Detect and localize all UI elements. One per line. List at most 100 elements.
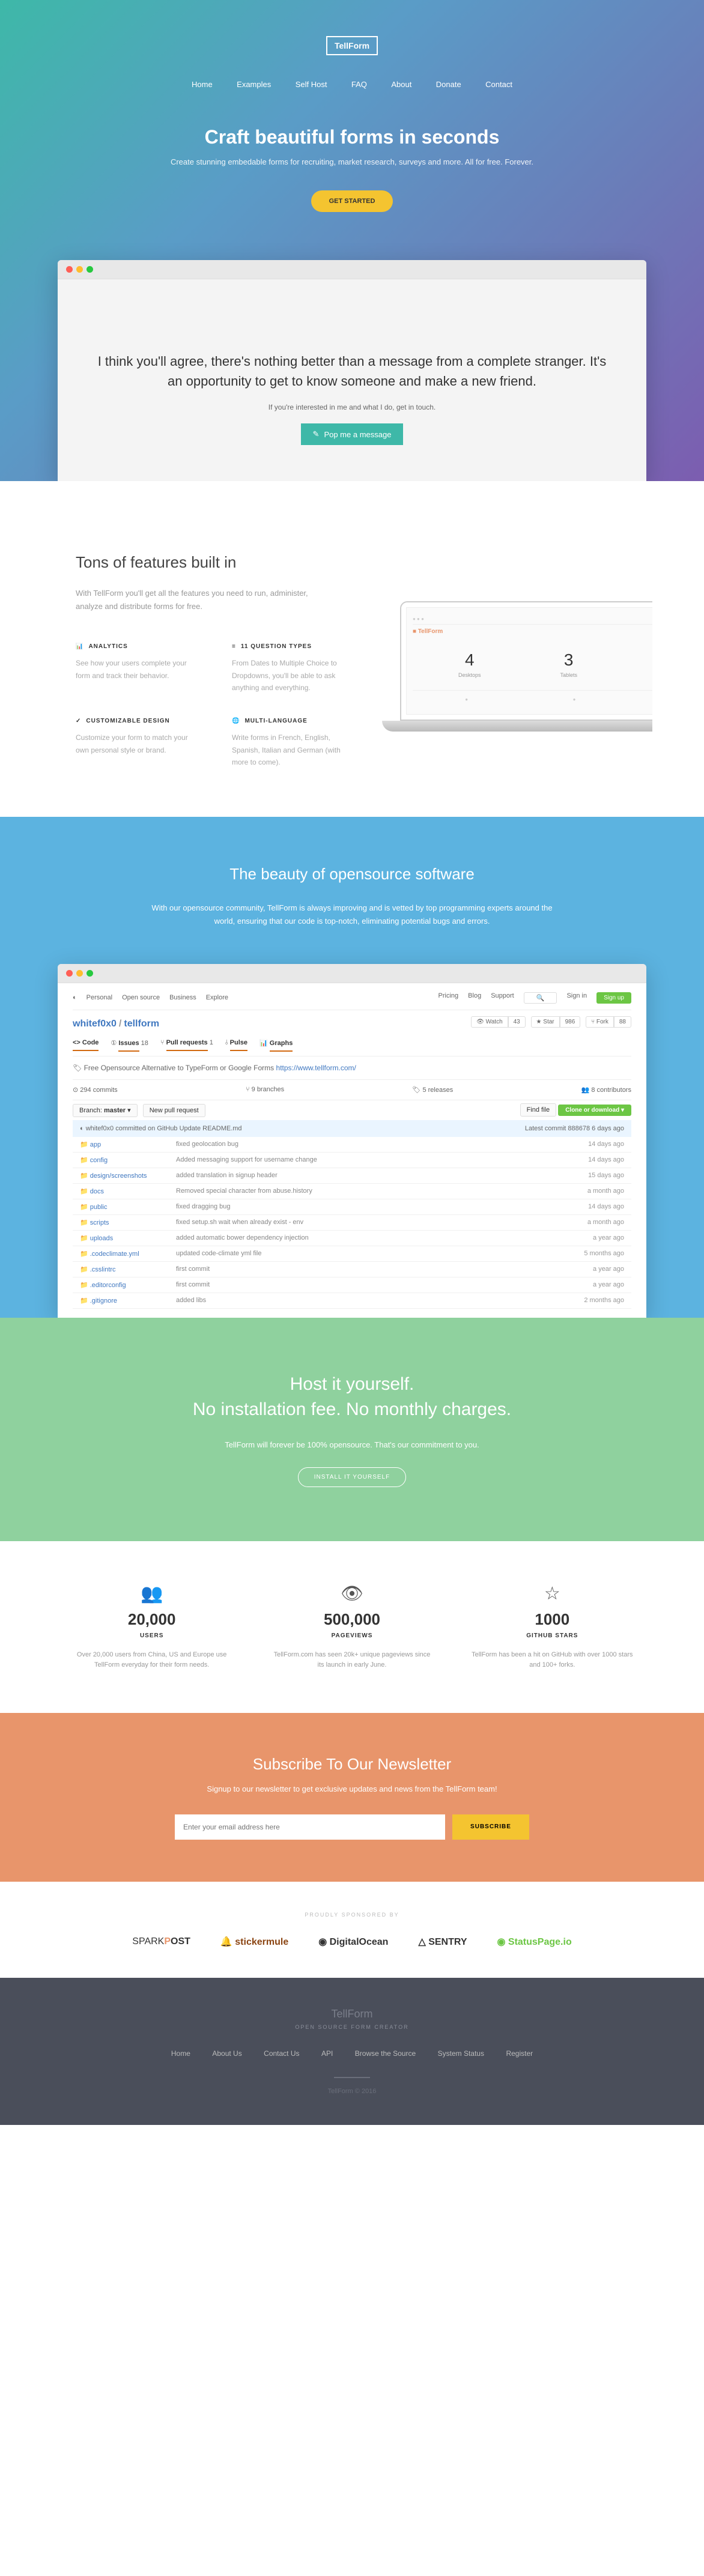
gh-find-file: Find file bbox=[520, 1103, 557, 1117]
gh-file-row: 📁 appfixed geolocation bug14 days ago bbox=[73, 1137, 631, 1153]
stat-desc: TellForm has been a hit on GitHub with o… bbox=[470, 1650, 634, 1671]
opensource-section: The beauty of opensource software With o… bbox=[0, 817, 704, 1318]
gh-releases: 5 releases bbox=[422, 1086, 453, 1094]
close-icon bbox=[66, 266, 73, 273]
main-nav: Home Examples Self Host FAQ About Donate… bbox=[0, 79, 704, 90]
feature-title: CUSTOMIZABLE DESIGN bbox=[86, 718, 169, 724]
gh-branch-label: Branch: bbox=[79, 1107, 102, 1114]
gh-badge: 18 bbox=[141, 1040, 148, 1047]
list-icon: ≡ bbox=[232, 643, 236, 650]
feature-desc: From Dates to Multiple Choice to Dropdow… bbox=[232, 657, 352, 694]
stat-label: USERS bbox=[70, 1632, 234, 1639]
footer-nav-source[interactable]: Browse the Source bbox=[355, 2049, 416, 2058]
stat-stars: ☆ 1000 GITHUB STARS TellForm has been a … bbox=[452, 1583, 652, 1671]
hero-section: TellForm Home Examples Self Host FAQ Abo… bbox=[0, 0, 704, 481]
gh-file-row: 📁 docsRemoved special character from abu… bbox=[73, 1184, 631, 1199]
check-icon: ✓ bbox=[76, 718, 81, 724]
hero-title: Craft beautiful forms in seconds bbox=[0, 126, 704, 148]
features-section: Tons of features built in With TellForm … bbox=[0, 481, 704, 817]
chart-icon: 📊 bbox=[76, 643, 83, 650]
selfhost-title1: Host it yourself. bbox=[0, 1372, 704, 1397]
gh-file-row: 📁 uploadsadded automatic bower dependenc… bbox=[73, 1231, 631, 1246]
gh-nav-item: Open source bbox=[122, 994, 160, 1001]
sponsors-section: PROUDLY SPONSORED BY SPARKPOST 🔔 sticker… bbox=[0, 1882, 704, 1978]
feature-title: MULTI-LANGUAGE bbox=[244, 718, 307, 724]
demo-browser-mockup: I think you'll agree, there's nothing be… bbox=[58, 260, 646, 481]
gh-nav-item: Explore bbox=[206, 994, 228, 1001]
gh-repo-name: tellform bbox=[124, 1019, 159, 1029]
gh-file-row: 📁 configAdded messaging support for user… bbox=[73, 1153, 631, 1168]
stat-label: PAGEVIEWS bbox=[270, 1632, 434, 1639]
sponsor-statuspage: ◉ StatusPage.io bbox=[497, 1936, 572, 1948]
nav-examples[interactable]: Examples bbox=[237, 80, 271, 89]
selfhost-section: Host it yourself. No installation fee. N… bbox=[0, 1318, 704, 1541]
newsletter-section: Subscribe To Our Newsletter Signup to ou… bbox=[0, 1713, 704, 1882]
gh-badge: 1 bbox=[210, 1039, 213, 1046]
gh-file-row: 📁 design/screenshotsadded translation in… bbox=[73, 1168, 631, 1184]
install-yourself-button[interactable]: INSTALL IT YOURSELF bbox=[298, 1467, 406, 1487]
stat-label: GITHUB STARS bbox=[470, 1632, 634, 1639]
nav-selfhost[interactable]: Self Host bbox=[296, 80, 327, 89]
gh-star: Star bbox=[543, 1019, 554, 1025]
gh-watch: Watch bbox=[486, 1019, 503, 1025]
gh-nav-item: Blog bbox=[468, 992, 481, 1004]
gh-file-row: 📁 scriptsfixed setup.sh wait when alread… bbox=[73, 1215, 631, 1231]
sponsor-stickermule: 🔔 stickermule bbox=[220, 1936, 288, 1948]
features-title: Tons of features built in bbox=[76, 553, 628, 572]
gh-new-pr: New pull request bbox=[143, 1104, 205, 1117]
nav-contact[interactable]: Contact bbox=[485, 80, 512, 89]
close-icon bbox=[66, 970, 73, 977]
footer-nav-register[interactable]: Register bbox=[506, 2049, 533, 2058]
stat-desc: TellForm.com has seen 20k+ unique pagevi… bbox=[270, 1650, 434, 1671]
code-icon: <> bbox=[73, 1039, 80, 1051]
maximize-icon bbox=[86, 970, 93, 977]
footer-nav-about[interactable]: About Us bbox=[212, 2049, 241, 2058]
star-icon: ☆ bbox=[470, 1583, 634, 1604]
logo: TellForm bbox=[326, 36, 378, 55]
email-input[interactable] bbox=[175, 1814, 445, 1840]
demo-heading: I think you'll agree, there's nothing be… bbox=[94, 351, 610, 391]
gh-tab: Pulse bbox=[230, 1039, 247, 1051]
globe-icon: 🌐 bbox=[232, 718, 240, 724]
get-started-button[interactable]: GET STARTED bbox=[311, 190, 393, 212]
selfhost-sub: TellForm will forever be 100% opensource… bbox=[0, 1440, 704, 1449]
nav-home[interactable]: Home bbox=[192, 80, 213, 89]
stats-section: 👥 20,000 USERS Over 20,000 users from Ch… bbox=[0, 1541, 704, 1713]
footer-nav-status[interactable]: System Status bbox=[438, 2049, 484, 2058]
github-mockup: ◐ Personal Open source Business Explore … bbox=[58, 964, 646, 1318]
demo-sub: If you're interested in me and what I do… bbox=[94, 403, 610, 411]
feature-design: ✓ CUSTOMIZABLE DESIGN Customize your form… bbox=[76, 718, 196, 768]
github-icon: ◐ bbox=[73, 994, 77, 1001]
footer-nav-contact[interactable]: Contact Us bbox=[264, 2049, 299, 2058]
gh-tab: Graphs bbox=[270, 1040, 293, 1052]
gh-nav-item: Personal bbox=[86, 994, 112, 1001]
stat-num: 3 bbox=[560, 650, 577, 670]
nav-about[interactable]: About bbox=[391, 80, 411, 89]
nav-donate[interactable]: Donate bbox=[436, 80, 461, 89]
gh-signup: Sign up bbox=[596, 992, 631, 1004]
pencil-icon: ✎ bbox=[313, 429, 320, 439]
selfhost-title2: No installation fee. No monthly charges. bbox=[0, 1397, 704, 1422]
feature-title: ANALYTICS bbox=[88, 643, 127, 650]
gh-file-row: 📁 publicfixed dragging bug14 days ago bbox=[73, 1199, 631, 1215]
gh-url: https://www.tellform.com/ bbox=[276, 1064, 356, 1072]
feature-desc: Customize your form to match your own pe… bbox=[76, 732, 196, 756]
gh-file-row: 📁 .editorconfigfirst commita year ago bbox=[73, 1277, 631, 1293]
gh-nav-item: Pricing bbox=[438, 992, 459, 1004]
gh-fork: Fork bbox=[596, 1019, 608, 1025]
gh-contributors: 8 contributors bbox=[591, 1086, 631, 1094]
gh-file-row: 📁 .codeclimate.ymlupdated code-climate y… bbox=[73, 1246, 631, 1262]
subscribe-button[interactable]: SUBSCRIBE bbox=[452, 1814, 529, 1840]
stat-label: Desktops bbox=[458, 672, 481, 678]
footer-nav-api[interactable]: API bbox=[321, 2049, 333, 2058]
sponsor-sentry: △ SENTRY bbox=[418, 1936, 467, 1948]
gh-signin: Sign in bbox=[566, 992, 587, 1004]
footer-nav-home[interactable]: Home bbox=[171, 2049, 190, 2058]
gh-clone-button: Clone or download ▾ bbox=[558, 1105, 631, 1116]
nav-faq[interactable]: FAQ bbox=[351, 80, 367, 89]
pop-message-button[interactable]: ✎ Pop me a message bbox=[301, 423, 404, 445]
feature-multilang: 🌐MULTI-LANGUAGE Write forms in French, E… bbox=[232, 718, 352, 768]
minimize-icon bbox=[76, 266, 83, 273]
stat-number: 20,000 bbox=[70, 1610, 234, 1629]
sponsor-digitalocean: ◉ DigitalOcean bbox=[318, 1936, 388, 1948]
